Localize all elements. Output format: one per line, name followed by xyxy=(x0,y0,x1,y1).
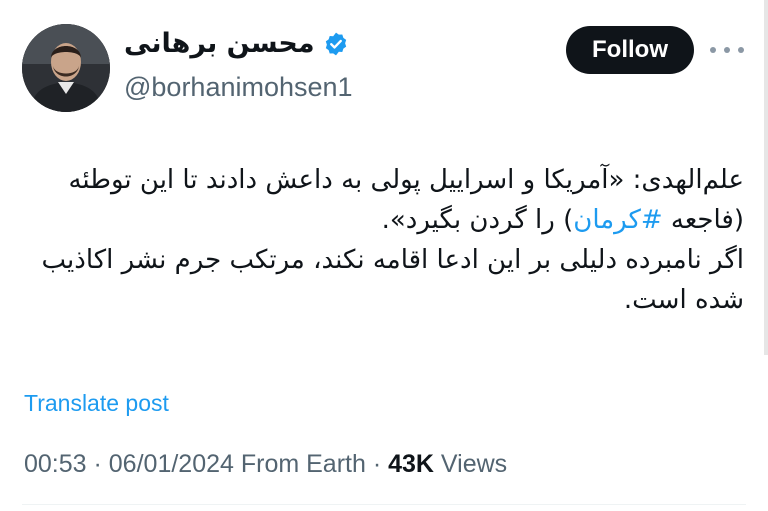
tweet-time[interactable]: 00:53 xyxy=(24,450,87,479)
avatar[interactable] xyxy=(22,24,110,112)
author-handle[interactable]: @borhanimohsen1 xyxy=(124,72,353,103)
author-name-row[interactable]: محسن برهانی xyxy=(124,30,349,57)
tweet-date[interactable]: 06/01/2024 xyxy=(109,450,234,479)
meta-separator: · xyxy=(365,450,389,478)
tweet-text: علم‌الهدی: «آمریکا و اسراییل پولی به داع… xyxy=(18,160,744,320)
views-count[interactable]: 43K xyxy=(388,450,434,479)
tweet-text-paragraph: اگر نامبرده دلیلی بر این ادعا اقامه نکند… xyxy=(41,245,744,315)
author-display-name[interactable]: محسن برهانی xyxy=(124,30,315,57)
hashtag-link[interactable]: #کرمان xyxy=(573,205,662,235)
verified-badge-icon xyxy=(325,32,346,55)
views-label[interactable]: Views xyxy=(434,450,507,479)
translate-post-link[interactable]: Translate post xyxy=(24,390,169,417)
more-horizontal-icon[interactable] xyxy=(710,36,744,64)
more-dot xyxy=(710,47,716,53)
scrollbar[interactable] xyxy=(764,0,768,355)
tweet-source: From Earth xyxy=(233,450,366,478)
more-dot xyxy=(738,47,744,53)
tweet-card: محسن برهانی @borhanimohsen1 Follow علم‌ا… xyxy=(0,0,768,511)
avatar-image xyxy=(22,24,110,112)
divider xyxy=(22,504,746,505)
follow-button[interactable]: Follow xyxy=(566,26,694,74)
tweet-meta: 00:53 · 06/01/2024 From Earth · 43K View… xyxy=(24,450,507,479)
meta-separator: · xyxy=(86,450,109,478)
more-dot xyxy=(724,47,730,53)
tweet-text-part: ) را گردن بگیرد». xyxy=(381,205,574,235)
